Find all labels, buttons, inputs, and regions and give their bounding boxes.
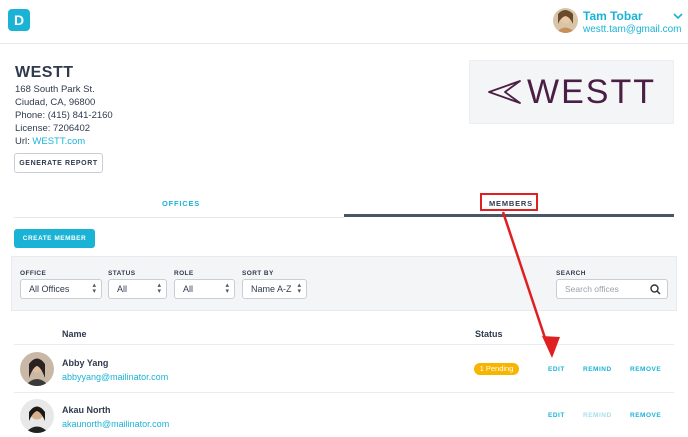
select-arrows-icon: ▴ ▾ — [225, 282, 229, 295]
search-placeholder: Search offices — [565, 284, 619, 294]
select-arrows-icon: ▴ ▾ — [92, 282, 96, 295]
member-email[interactable]: akaunorth@mailinator.com — [62, 419, 169, 429]
chevron-down-icon[interactable] — [672, 10, 684, 22]
column-header-name: Name — [62, 329, 87, 339]
remind-button[interactable]: REMIND — [583, 366, 612, 373]
sort-select-value: Name A-Z — [251, 284, 292, 294]
table-divider — [14, 392, 674, 393]
edit-button[interactable]: EDIT — [548, 412, 565, 419]
tab-divider — [14, 217, 344, 218]
app-logo[interactable]: D — [8, 9, 30, 31]
sort-filter-label: SORT BY — [242, 270, 274, 277]
remove-button[interactable]: REMOVE — [630, 412, 661, 419]
member-name: Akau North — [62, 405, 111, 415]
role-select-value: All — [183, 284, 194, 294]
brand-logo-text: WESTT — [527, 72, 656, 111]
member-email[interactable]: abbyyang@mailinator.com — [62, 372, 168, 382]
select-arrows-icon: ▴ ▾ — [297, 282, 301, 295]
role-filter-label: ROLE — [174, 270, 194, 277]
remove-button[interactable]: REMOVE — [630, 366, 661, 373]
status-badge: 1 Pending — [474, 363, 519, 375]
select-arrows-icon: ▴ ▾ — [157, 282, 161, 295]
avatar — [20, 352, 54, 386]
status-filter-label: STATUS — [108, 270, 136, 277]
search-input[interactable]: Search offices — [556, 279, 668, 299]
search-icon[interactable] — [650, 284, 661, 295]
edit-button[interactable]: EDIT — [548, 366, 565, 373]
office-select[interactable]: All Offices ▴ ▾ — [20, 279, 102, 299]
column-header-status: Status — [475, 329, 503, 339]
table-divider — [14, 344, 674, 345]
top-bar: D Tam Tobar westt.tam@gmail.com — [0, 0, 688, 44]
annotation-highlight-box — [480, 193, 538, 211]
org-address-line1: 168 South Park St. — [15, 84, 95, 95]
user-name[interactable]: Tam Tobar — [583, 9, 643, 23]
org-url-label: Url: — [15, 136, 30, 147]
org-license: License: 7206402 — [15, 123, 91, 134]
office-filter-label: OFFICE — [20, 270, 47, 277]
org-phone: Phone: (415) 841-2160 — [15, 110, 113, 121]
office-select-value: All Offices — [29, 284, 70, 294]
remind-button[interactable]: REMIND — [583, 412, 612, 419]
member-name: Abby Yang — [62, 358, 109, 368]
generate-report-button[interactable]: GENERATE REPORT — [14, 153, 103, 173]
status-select-value: All — [117, 284, 128, 294]
org-name: WESTT — [15, 64, 74, 81]
search-label: SEARCH — [556, 270, 586, 277]
paper-plane-icon — [488, 80, 521, 104]
org-url-link[interactable]: WESTT.com — [32, 136, 85, 147]
sort-select[interactable]: Name A-Z ▴ ▾ — [242, 279, 307, 299]
user-avatar[interactable] — [553, 8, 578, 33]
tab-active-indicator — [344, 214, 674, 217]
user-email: westt.tam@gmail.com — [583, 24, 682, 35]
brand-logo: WESTT — [469, 60, 674, 124]
avatar — [20, 399, 54, 433]
tab-offices[interactable]: OFFICES — [162, 199, 200, 208]
status-select[interactable]: All ▴ ▾ — [108, 279, 167, 299]
role-select[interactable]: All ▴ ▾ — [174, 279, 235, 299]
org-url-row: Url: WESTT.com — [15, 136, 85, 148]
create-member-button[interactable]: CREATE MEMBER — [14, 229, 95, 248]
org-address-line2: Ciudad, CA, 96800 — [15, 97, 96, 108]
